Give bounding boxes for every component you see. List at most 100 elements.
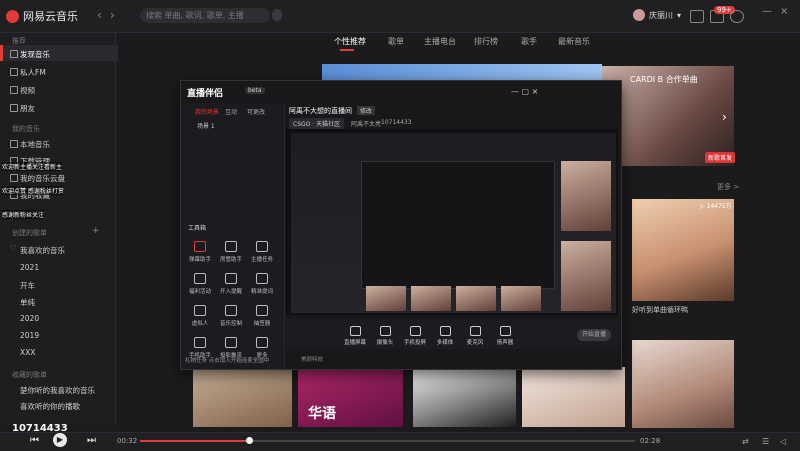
tab-artists[interactable]: 歌手: [521, 36, 537, 47]
shuffle-icon[interactable]: ⇄: [742, 437, 749, 446]
tool-lottery[interactable]: 抽签器: [248, 305, 276, 327]
sidebar-item-playlist[interactable]: 2019: [20, 331, 39, 340]
skin-icon[interactable]: [690, 10, 704, 23]
nested-thumbnail: [411, 286, 451, 311]
next-track-icon[interactable]: ⏭: [87, 435, 96, 446]
tab-charts[interactable]: 排行榜: [474, 36, 498, 47]
tool-manager[interactable]: 房管助手: [217, 241, 245, 263]
tab-playlists[interactable]: 歌单: [388, 36, 404, 47]
tool-task[interactable]: 主播任务: [248, 241, 276, 263]
microphone-icon: [469, 326, 481, 336]
tool-icon: [194, 305, 206, 316]
add-playlist-icon[interactable]: +: [92, 226, 100, 236]
nested-window-capture: [361, 161, 555, 289]
sidebar-item-playlist[interactable]: 楚你听的我喜欢的音乐: [20, 385, 95, 396]
banner-tag: 新歌首发: [705, 152, 736, 163]
duration: 02:28: [640, 437, 661, 445]
mic-icon[interactable]: [272, 9, 282, 21]
tool-icon: [256, 241, 268, 252]
sidebar-item-playlist[interactable]: 开车: [20, 280, 35, 291]
room-edit-tag[interactable]: 修改: [357, 106, 376, 115]
settings-icon[interactable]: [730, 10, 744, 23]
user-menu[interactable]: 庆丽川 ▾: [633, 9, 681, 21]
overlay-tab-scene[interactable]: 我的场景: [195, 107, 219, 116]
btn-screen[interactable]: 直播屏幕: [341, 326, 369, 346]
overlay-footer: 礼物任务 点击加入开始连麦全国中: [185, 358, 270, 364]
playlist-cover[interactable]: [522, 367, 625, 427]
media-icon: [439, 326, 451, 336]
stream-overlay-text: 欢迎点赞 感谢粉丝打赏: [2, 186, 64, 195]
btn-phone-cast[interactable]: 手机投屏: [401, 326, 429, 346]
tool-prompter[interactable]: 精准提词: [248, 273, 276, 295]
play-button[interactable]: ▶: [53, 433, 67, 447]
sidebar-item-playlist[interactable]: 2020: [20, 314, 39, 323]
tab-new-music[interactable]: 最新音乐: [558, 36, 590, 47]
nested-thumbnail: [561, 241, 611, 311]
playlist-cover[interactable]: [413, 367, 516, 427]
tool-virtual[interactable]: 虚拟人: [186, 305, 214, 327]
tool-icon: [256, 305, 268, 316]
music-note-icon: [10, 50, 18, 58]
stream-overlay-text: 欢迎新主播关注看新主: [2, 162, 63, 171]
sidebar-item-friends[interactable]: 朋友: [20, 103, 35, 114]
tool-welfare[interactable]: 福利活动: [186, 273, 214, 295]
overlay-tab-interact[interactable]: 互动: [225, 107, 237, 116]
overlay-status: 美颜特效: [301, 357, 324, 363]
sidebar-item-playlist[interactable]: 单纯: [20, 297, 35, 308]
sidebar-section-title: 推荐: [12, 37, 26, 45]
speaker-icon: [499, 326, 511, 336]
start-stream-button[interactable]: 开始直播: [577, 329, 611, 341]
close-icon[interactable]: ×: [780, 6, 788, 17]
prev-track-icon[interactable]: ⏮: [30, 435, 39, 446]
btn-camera[interactable]: 摄像头: [371, 326, 399, 346]
sidebar-item-playlist[interactable]: 2021: [20, 263, 39, 272]
playlist-cover[interactable]: [193, 367, 292, 427]
host-name: 阿禹不太亮: [351, 121, 382, 128]
overlay-app-title: 直播伴侣: [187, 89, 224, 99]
playlist-icon[interactable]: ☰: [762, 437, 769, 446]
game-category[interactable]: CSGO · 天猫社区: [289, 118, 345, 129]
app-logo[interactable]: 网易云音乐: [6, 8, 78, 24]
search-input[interactable]: 搜索 单曲, 歌词, 歌单, 主播: [140, 8, 270, 23]
version-badge: beta: [245, 87, 265, 94]
progress-fill: [140, 440, 249, 442]
sidebar-item-cloud[interactable]: 我的音乐云盘: [20, 173, 65, 184]
tool-entry-alert[interactable]: 开入提醒: [217, 273, 245, 295]
screen-icon: [349, 326, 361, 336]
progress-knob[interactable]: [245, 437, 253, 444]
tab-radio[interactable]: 主播电台: [424, 36, 456, 47]
room-count: 10714433: [381, 119, 412, 126]
sidebar-item-playlist[interactable]: XXX: [20, 348, 35, 357]
sidebar-item-local[interactable]: 本地音乐: [20, 139, 50, 150]
playlist-cover[interactable]: [632, 199, 734, 301]
stream-companion-window: 直播伴侣 beta 我的场景 互动 可更改 场景 1 工具箱 弹幕助手 房管助手…: [180, 80, 622, 370]
window-controls[interactable]: — ▢ ×: [511, 87, 538, 96]
nested-thumbnail: [561, 161, 611, 231]
volume-icon[interactable]: ◁: [780, 437, 786, 446]
sidebar-item-video[interactable]: 视频: [20, 85, 35, 96]
nested-thumbnail: [501, 286, 541, 311]
banner-next-icon[interactable]: ›: [722, 110, 727, 124]
tool-music[interactable]: 音乐控制: [217, 305, 245, 327]
playlist-title[interactable]: 好听到单曲循环鸭: [632, 305, 688, 315]
btn-speaker[interactable]: 扬声器: [491, 326, 519, 346]
overlay-tab-editable[interactable]: 可更改: [247, 107, 265, 116]
tool-danmaku[interactable]: 弹幕助手: [186, 241, 214, 263]
forward-button[interactable]: ›: [110, 8, 115, 22]
btn-media[interactable]: 多媒体: [431, 326, 459, 346]
btn-microphone[interactable]: 麦克风: [461, 326, 489, 346]
scene-item[interactable]: 场景 1: [197, 121, 215, 130]
playlist-cover[interactable]: [632, 340, 734, 428]
back-button[interactable]: ‹: [97, 8, 102, 22]
play-count: ▷ 14475万: [700, 203, 732, 210]
banner-title: CARDI B 合作单曲: [630, 75, 698, 84]
more-link[interactable]: 更多 >: [717, 182, 739, 192]
sidebar-item-playlist[interactable]: 喜欢听的你的播歌: [20, 401, 80, 412]
heart-icon: ♡: [10, 244, 17, 252]
avatar: [633, 9, 645, 21]
tab-recommend[interactable]: 个性推荐: [334, 36, 366, 47]
minimize-icon[interactable]: —: [762, 6, 772, 17]
sidebar-item-fm[interactable]: 私人FM: [20, 67, 46, 78]
sidebar-item-discover[interactable]: 发现音乐: [20, 49, 50, 60]
sidebar-item-playlist[interactable]: 我喜欢的音乐: [20, 245, 65, 256]
